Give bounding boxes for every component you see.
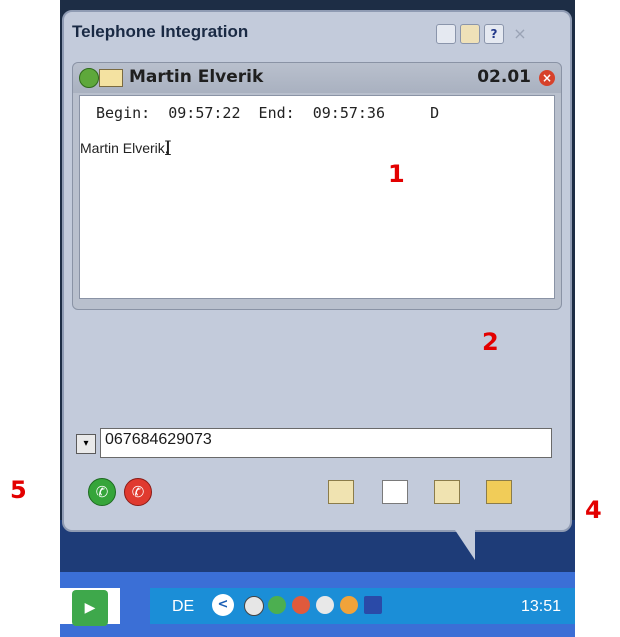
number-dropdown-button[interactable]: ▾ <box>76 434 96 454</box>
call-notes-area[interactable]: Begin: 09:57:22 End: 09:57:36 D Martin E… <box>79 95 555 299</box>
help-button[interactable]: ? <box>484 24 504 44</box>
messenger-icon[interactable] <box>268 596 286 614</box>
close-call-button[interactable]: × <box>539 70 555 86</box>
window-close-button[interactable]: × <box>510 24 530 44</box>
call-times: Begin: 09:57:22 End: 09:57:36 D <box>96 104 440 122</box>
text-cursor-icon: I <box>164 136 172 160</box>
contacts-list-icon[interactable] <box>328 480 354 504</box>
network-icon[interactable] <box>292 596 310 614</box>
accept-call-button[interactable]: ✆ <box>88 478 116 506</box>
reject-call-button[interactable]: ✆ <box>124 478 152 506</box>
call-date: 02.01 <box>477 67 531 87</box>
restore-icon[interactable] <box>436 24 456 44</box>
search-icon[interactable] <box>316 596 334 614</box>
note-text: Martin Elverik, <box>80 140 169 156</box>
call-header: Martin Elverik 02.01 × <box>73 63 561 93</box>
taskbar: ▶ DE < 13:51 <box>60 572 575 637</box>
language-indicator[interactable]: DE <box>172 598 194 616</box>
annotation-marker-1: 1 <box>388 160 405 188</box>
start-button[interactable]: ▶ <box>72 590 108 626</box>
start-area: ▶ <box>60 588 120 626</box>
phone-number-input[interactable]: 067684629073 <box>100 428 552 458</box>
window-title: Telephone Integration <box>72 22 249 41</box>
display-icon[interactable] <box>364 596 382 614</box>
clock-app-icon[interactable] <box>340 596 358 614</box>
taskbar-clock: 13:51 <box>520 598 561 615</box>
incoming-call-icon <box>79 68 99 88</box>
contact-details-icon[interactable] <box>434 480 460 504</box>
open-folder-icon[interactable] <box>486 480 512 504</box>
telephone-icon[interactable] <box>244 596 264 616</box>
contact-name: Martin Elverik <box>129 67 264 87</box>
contact-card-icon[interactable] <box>99 69 123 87</box>
annotation-marker-5: 5 <box>10 476 27 504</box>
call-panel: Martin Elverik 02.01 × Begin: 09:57:22 E… <box>72 62 562 310</box>
window-callout-pointer <box>455 530 475 560</box>
new-note-icon[interactable] <box>382 480 408 504</box>
telephone-integration-window: Telephone Integration ? × Martin Elverik… <box>62 10 572 532</box>
notes-icon[interactable] <box>460 24 480 44</box>
annotation-marker-2: 2 <box>482 328 499 356</box>
system-tray: DE < 13:51 <box>150 588 575 624</box>
tray-expand-button[interactable]: < <box>212 594 234 616</box>
annotation-marker-4: 4 <box>585 496 602 524</box>
